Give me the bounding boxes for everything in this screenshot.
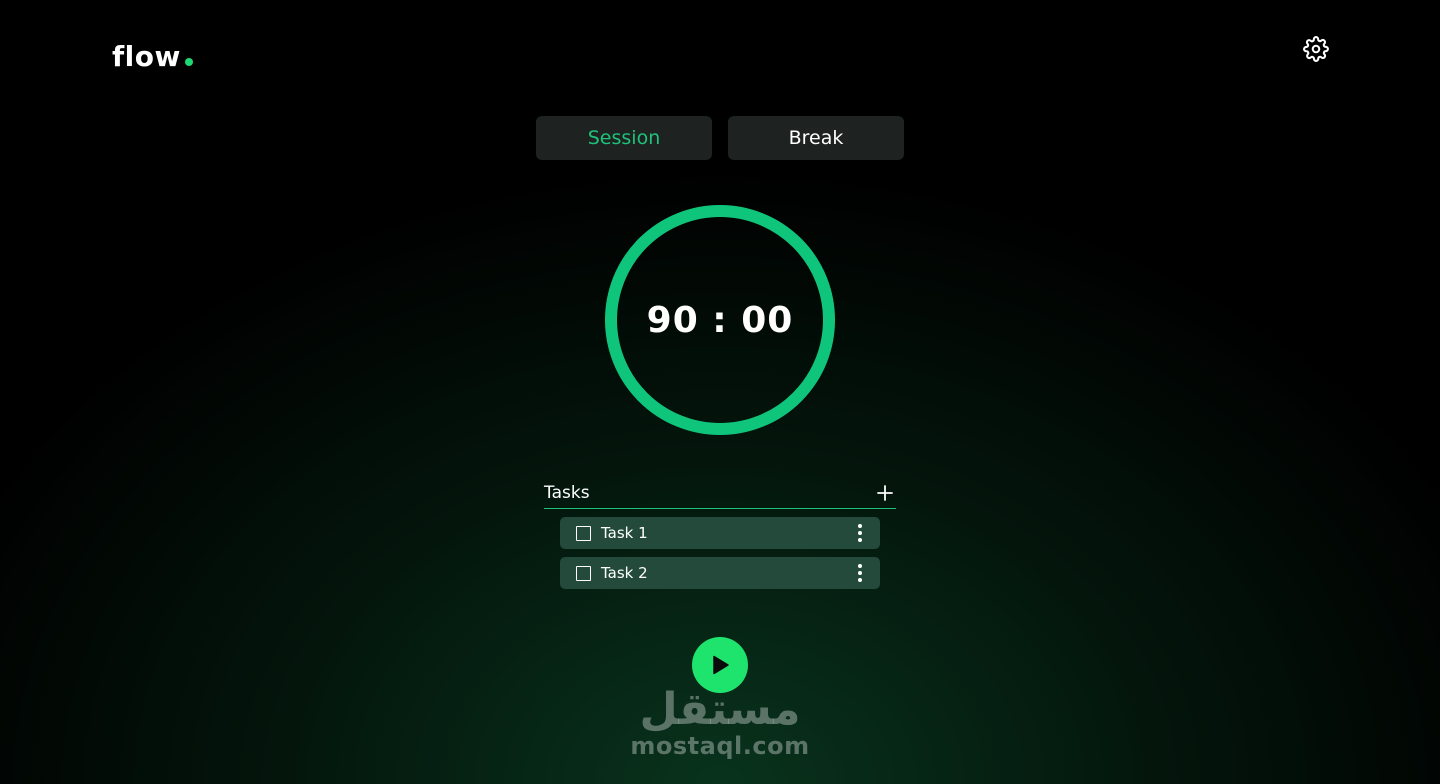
dot [858, 571, 862, 575]
tasks-header: Tasks [544, 482, 896, 509]
watermark-arabic: مستقل [639, 684, 801, 735]
dot [858, 578, 862, 582]
dot [858, 564, 862, 568]
dot [858, 538, 862, 542]
tab-break[interactable]: Break [728, 116, 904, 160]
timer: 90 : 00 [604, 204, 836, 436]
task-item: Task 1 [560, 517, 880, 549]
plus-icon [877, 485, 893, 501]
logo: flow [112, 40, 193, 73]
logo-dot [184, 58, 193, 66]
settings-button[interactable] [1303, 36, 1329, 62]
dot [858, 531, 862, 535]
play-icon [713, 655, 729, 675]
watermark-latin: mostaql.com [630, 732, 810, 760]
logo-text: flow [112, 40, 181, 73]
task-menu-button[interactable] [852, 563, 868, 583]
tasks-title: Tasks [544, 483, 590, 503]
task-menu-button[interactable] [852, 523, 868, 543]
timer-display: 90 : 00 [646, 299, 794, 341]
dot [858, 524, 862, 528]
task-label: Task 2 [601, 564, 648, 582]
gear-icon [1303, 36, 1329, 62]
task-checkbox[interactable] [576, 565, 591, 581]
watermark: مستقل mostaql.com [620, 684, 820, 761]
mode-tabs: Session Break [536, 116, 904, 160]
tab-session[interactable]: Session [536, 116, 712, 160]
task-item: Task 2 [560, 557, 880, 589]
task-label: Task 1 [601, 524, 648, 542]
add-task-button[interactable] [876, 484, 894, 502]
task-list: Task 1 Task 2 [560, 517, 880, 597]
task-checkbox[interactable] [576, 525, 591, 541]
